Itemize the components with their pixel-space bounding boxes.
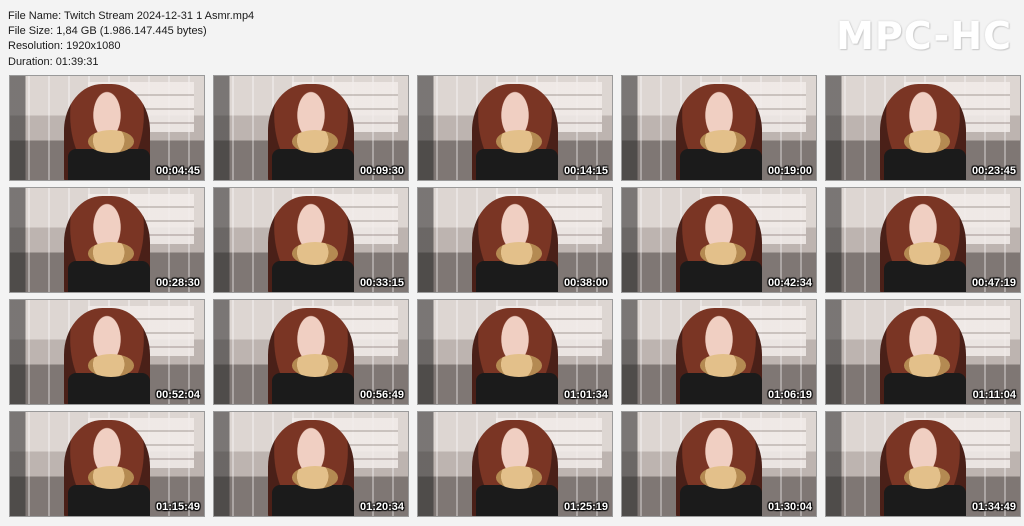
microphone-image bbox=[680, 148, 762, 180]
thumbnail-timestamp: 00:42:34 bbox=[767, 277, 812, 289]
thumbnail-frame: 00:42:34 bbox=[621, 187, 817, 293]
thumbnail-timestamp: 01:15:49 bbox=[155, 501, 200, 513]
thumbnail-frame: 00:47:19 bbox=[825, 187, 1021, 293]
thumbnail-timestamp: 00:14:15 bbox=[563, 165, 608, 177]
plush-toy-image bbox=[291, 354, 339, 377]
microphone-image bbox=[476, 372, 558, 404]
thumbnail-timestamp: 00:04:45 bbox=[155, 165, 200, 177]
plush-toy-image bbox=[699, 130, 747, 153]
thumbnail-frame: 00:56:49 bbox=[213, 299, 409, 405]
thumbnail-grid: 00:04:45 00:09:30 00:14:15 00:19:00 00:23:45… bbox=[9, 75, 1021, 517]
plush-toy-image bbox=[903, 354, 951, 377]
thumbnail-timestamp: 01:06:19 bbox=[767, 389, 812, 401]
plush-toy-image bbox=[495, 354, 543, 377]
microphone-image bbox=[272, 484, 354, 516]
plush-toy-image bbox=[699, 354, 747, 377]
plush-toy-image bbox=[903, 466, 951, 489]
plush-toy-image bbox=[903, 242, 951, 265]
microphone-image bbox=[68, 372, 150, 404]
thumbnail-frame: 00:09:30 bbox=[213, 75, 409, 181]
plush-toy-image bbox=[87, 242, 135, 265]
thumbnail-timestamp: 00:09:30 bbox=[359, 165, 404, 177]
microphone-image bbox=[68, 484, 150, 516]
thumbnail-frame: 01:30:04 bbox=[621, 411, 817, 517]
thumbnail-frame: 01:11:04 bbox=[825, 299, 1021, 405]
thumbnail-frame: 00:19:00 bbox=[621, 75, 817, 181]
plush-toy-image bbox=[495, 242, 543, 265]
thumbnail-frame: 00:33:15 bbox=[213, 187, 409, 293]
thumbnail-frame: 01:15:49 bbox=[9, 411, 205, 517]
thumbnail-timestamp: 00:47:19 bbox=[971, 277, 1016, 289]
resolution-line: Resolution: 1920x1080 bbox=[8, 40, 121, 53]
plush-toy-image bbox=[291, 242, 339, 265]
thumbnail-timestamp: 00:19:00 bbox=[767, 165, 812, 177]
microphone-image bbox=[884, 372, 966, 404]
thumbnail-frame: 00:14:15 bbox=[417, 75, 613, 181]
file-info: File Name: Twitch Stream 2024-12-31 1 As… bbox=[8, 9, 254, 70]
plush-toy-image bbox=[87, 354, 135, 377]
microphone-image bbox=[680, 484, 762, 516]
thumbnail-frame: 01:01:34 bbox=[417, 299, 613, 405]
microphone-image bbox=[476, 260, 558, 292]
thumbnail-timestamp: 00:33:15 bbox=[359, 277, 404, 289]
mpc-hc-logo: MPC-HC bbox=[836, 14, 1012, 58]
file-name-line: File Name: Twitch Stream 2024-12-31 1 As… bbox=[8, 10, 255, 22]
thumbnail-frame: 01:25:19 bbox=[417, 411, 613, 517]
thumbnail-timestamp: 01:11:04 bbox=[972, 389, 1016, 401]
microphone-image bbox=[272, 260, 354, 292]
thumbnail-frame: 00:04:45 bbox=[9, 75, 205, 181]
plush-toy-image bbox=[699, 466, 747, 489]
plush-toy-image bbox=[495, 466, 543, 489]
microphone-image bbox=[884, 148, 966, 180]
microphone-image bbox=[476, 484, 558, 516]
plush-toy-image bbox=[87, 466, 135, 489]
plush-toy-image bbox=[699, 242, 747, 265]
thumbnail-timestamp: 00:23:45 bbox=[971, 165, 1016, 177]
microphone-image bbox=[272, 148, 354, 180]
thumbnail-timestamp: 00:56:49 bbox=[359, 389, 404, 401]
thumbnail-frame: 00:38:00 bbox=[417, 187, 613, 293]
thumbnail-timestamp: 01:30:04 bbox=[767, 501, 812, 513]
thumbnail-timestamp: 01:20:34 bbox=[359, 501, 404, 513]
thumbnail-frame: 01:34:49 bbox=[825, 411, 1021, 517]
thumbnail-frame: 00:28:30 bbox=[9, 187, 205, 293]
microphone-image bbox=[68, 260, 150, 292]
plush-toy-image bbox=[903, 130, 951, 153]
plush-toy-image bbox=[87, 130, 135, 153]
plush-toy-image bbox=[495, 130, 543, 153]
microphone-image bbox=[680, 372, 762, 404]
thumbnail-timestamp: 00:28:30 bbox=[155, 277, 200, 289]
microphone-image bbox=[680, 260, 762, 292]
thumbnail-timestamp: 01:25:19 bbox=[563, 501, 608, 513]
thumbnail-timestamp: 01:34:49 bbox=[971, 501, 1016, 513]
thumbnail-timestamp: 01:01:34 bbox=[563, 389, 608, 401]
microphone-image bbox=[476, 148, 558, 180]
thumbnail-frame: 00:23:45 bbox=[825, 75, 1021, 181]
plush-toy-image bbox=[291, 466, 339, 489]
thumbnail-timestamp: 00:52:04 bbox=[155, 389, 200, 401]
thumbnail-timestamp: 00:38:00 bbox=[563, 277, 608, 289]
duration-line: Duration: 01:39:31 bbox=[8, 55, 99, 68]
thumbnail-frame: 01:20:34 bbox=[213, 411, 409, 517]
microphone-image bbox=[68, 148, 150, 180]
thumbnail-frame: 00:52:04 bbox=[9, 299, 205, 405]
microphone-image bbox=[884, 484, 966, 516]
plush-toy-image bbox=[291, 130, 339, 153]
microphone-image bbox=[272, 372, 354, 404]
thumbnail-frame: 01:06:19 bbox=[621, 299, 817, 405]
microphone-image bbox=[884, 260, 966, 292]
file-size-line: File Size: 1,84 GB (1.986.147.445 bytes) bbox=[8, 25, 207, 38]
